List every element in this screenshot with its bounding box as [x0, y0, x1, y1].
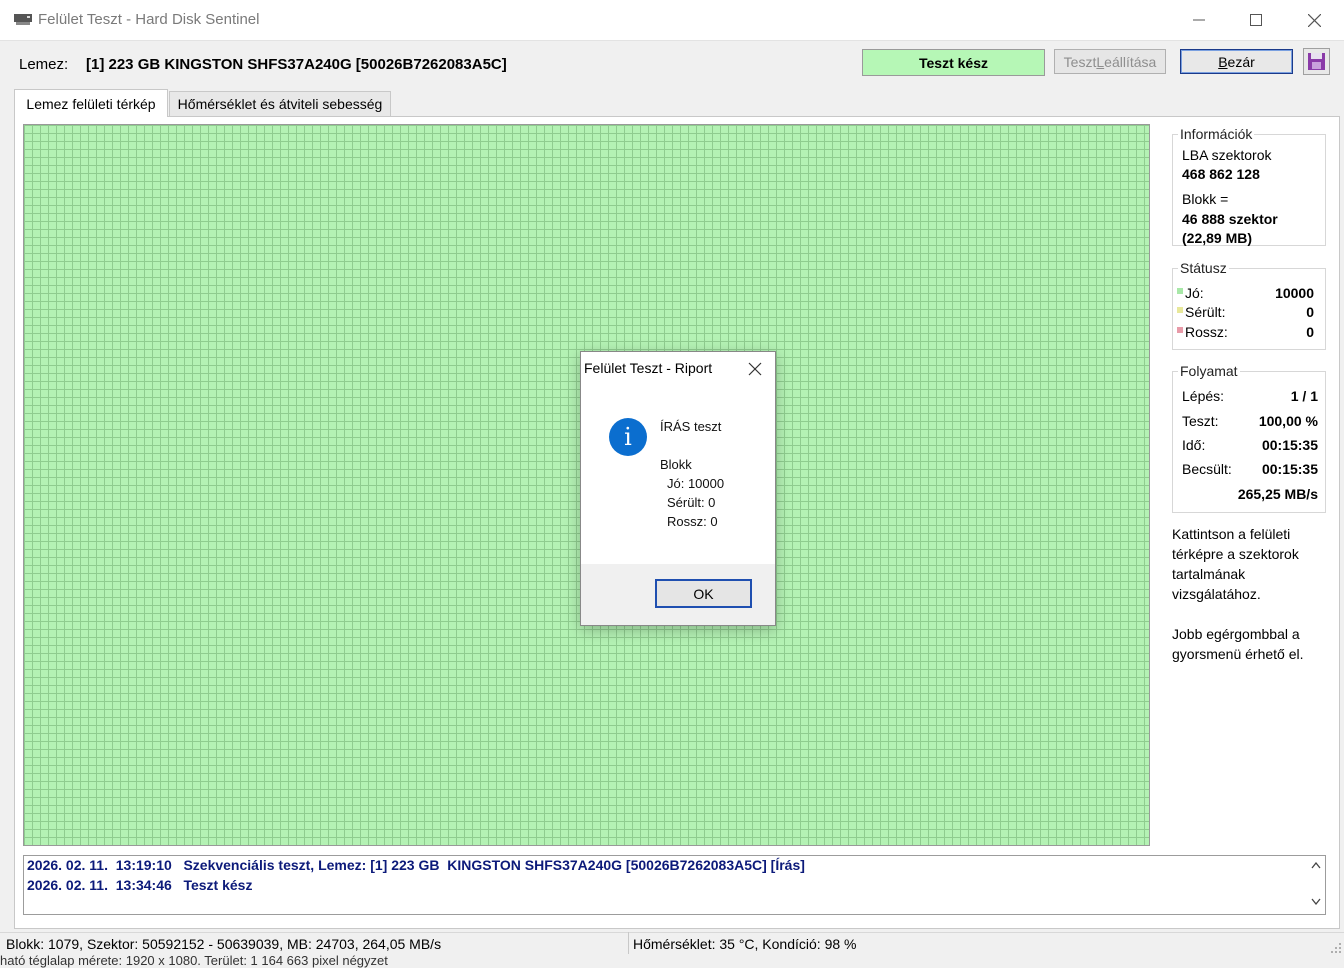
good-swatch [1177, 288, 1183, 295]
tab-surface-map[interactable]: Lemez felületi térkép [14, 89, 168, 117]
hint-line-4: vizsgálatához. [1172, 586, 1261, 602]
bad-value: 0 [1306, 324, 1314, 340]
test-value: 100,00 % [1258, 413, 1318, 429]
statusbar-block-info: Blokk: 1079, Szektor: 50592152 - 5063903… [6, 936, 442, 952]
window-title: Felület Teszt - Hard Disk Sentinel [38, 11, 260, 28]
lba-label: LBA szektorok [1182, 147, 1272, 163]
time-label: Idő: [1182, 437, 1206, 453]
dialog-heading: ÍRÁS teszt [660, 419, 722, 434]
test-label: Teszt: [1182, 413, 1219, 429]
maximize-button[interactable] [1227, 0, 1285, 40]
disk-name: [1] 223 GB KINGSTON SHFS37A240G [50026B7… [86, 56, 507, 73]
status-title: Státusz [1178, 260, 1229, 276]
hint-line-6: gyorsmenü érhető el. [1172, 646, 1304, 662]
minimize-icon [1193, 19, 1205, 21]
damaged-label: Sérült: [1177, 304, 1225, 320]
block-mb: (22,89 MB) [1182, 230, 1253, 246]
hint-line-3: tartalmának [1172, 566, 1246, 582]
disk-label: Lemez: [19, 56, 69, 73]
good-value: 10000 [1275, 285, 1314, 301]
log-line: 2026. 02. 11. 13:34:46 Teszt kész [27, 877, 253, 893]
tab-temperature-speed[interactable]: Hőmérséklet és átviteli sebesség [169, 91, 391, 116]
close-icon [1307, 13, 1321, 27]
save-icon [1308, 53, 1325, 70]
hint-line-2: térképre a szektorok [1172, 546, 1299, 562]
info-title: Információk [1178, 126, 1255, 142]
estimated-label: Becsült: [1182, 461, 1232, 477]
test-status-badge: Teszt kész [862, 49, 1045, 76]
hint-line-5: Jobb egérgombbal a [1172, 626, 1300, 642]
log-box[interactable]: 2026. 02. 11. 13:19:10 Szekvenciális tes… [23, 855, 1326, 915]
log-scrollbar[interactable] [1307, 856, 1325, 914]
statusbar-temperature: Hőmérséklet: 35 °C, Kondíció: 98 % [633, 936, 857, 952]
bad-label: Rossz: [1177, 324, 1228, 340]
dialog-damaged: Sérült: 0 [667, 495, 716, 510]
info-icon: i [609, 418, 647, 456]
scroll-up-icon[interactable] [1311, 862, 1321, 869]
step-label: Lépés: [1182, 388, 1225, 404]
dialog-close-button[interactable] [744, 358, 766, 380]
statusbar-separator [628, 932, 629, 954]
maximize-icon [1250, 14, 1262, 26]
scroll-down-icon[interactable] [1311, 898, 1321, 905]
ok-button[interactable]: OK [655, 579, 752, 608]
dialog-block-label: Blokk [660, 457, 692, 472]
lba-value: 468 862 128 [1182, 166, 1260, 182]
time-value: 00:15:35 [1261, 437, 1318, 453]
dialog-title: Felület Teszt - Riport [584, 360, 713, 376]
minimize-button[interactable] [1170, 0, 1228, 40]
background-window-text: ható téglalap mérete: 1920 x 1080. Terül… [0, 953, 388, 968]
stop-test-button[interactable]: Teszt Leállítása [1054, 49, 1166, 74]
damaged-swatch [1177, 307, 1183, 314]
report-dialog: Felület Teszt - Riport i ÍRÁS teszt Blok… [580, 351, 776, 626]
step-value: 1 / 1 [1290, 388, 1318, 404]
progress-title: Folyamat [1178, 363, 1240, 379]
good-label: Jó: [1177, 285, 1204, 301]
block-label: Blokk = [1182, 191, 1229, 207]
close-button[interactable]: Bezár [1180, 49, 1293, 74]
log-line: 2026. 02. 11. 13:19:10 Szekvenciális tes… [27, 857, 805, 873]
block-value: 46 888 szektor [1182, 211, 1278, 227]
speed-value: 265,25 MB/s [1237, 486, 1318, 502]
bad-swatch [1177, 327, 1183, 334]
title-bar: Felület Teszt - Hard Disk Sentinel [0, 0, 1344, 41]
dialog-bad: Rossz: 0 [667, 514, 718, 529]
close-icon [748, 362, 762, 376]
save-button[interactable] [1303, 48, 1330, 75]
resize-grip-icon[interactable] [1328, 940, 1342, 954]
hint-line-1: Kattintson a felületi [1172, 526, 1291, 542]
disk-icon [14, 14, 32, 25]
estimated-value: 00:15:35 [1261, 461, 1318, 477]
close-window-button[interactable] [1285, 0, 1343, 40]
damaged-value: 0 [1306, 304, 1314, 320]
dialog-good: Jó: 10000 [667, 476, 725, 491]
